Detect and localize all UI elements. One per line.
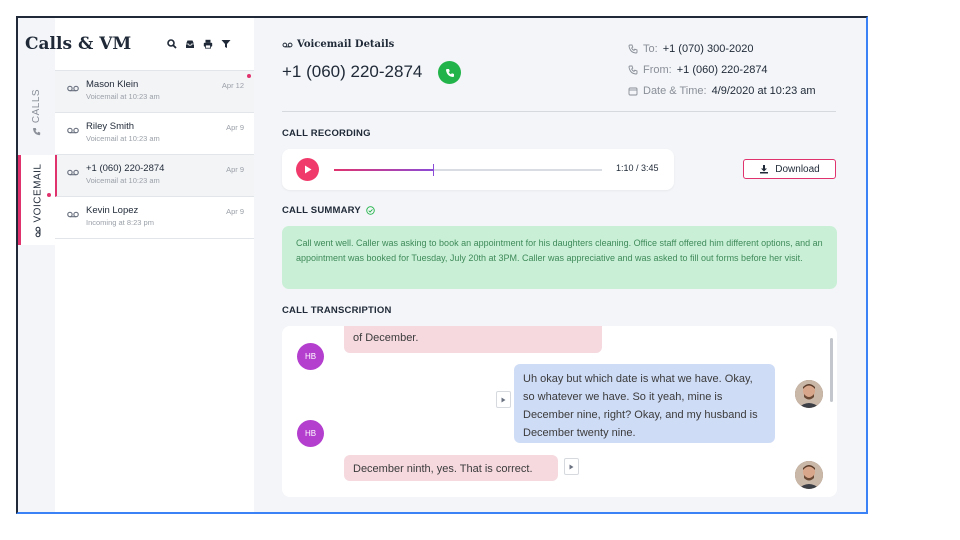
audio-time: 1:10 / 3:45 <box>616 163 659 173</box>
agent-avatar <box>795 380 823 408</box>
section-title-text: Voicemail Details <box>297 39 395 50</box>
datetime-label: Date & Time: <box>643 84 707 97</box>
caller-avatar: HB <box>297 343 324 370</box>
audio-progress-bar[interactable] <box>334 164 602 176</box>
list-toolbar <box>167 39 231 49</box>
list-item-date: Apr 9 <box>226 123 244 132</box>
calendar-icon <box>628 87 638 95</box>
voicemail-detail-panel: Voicemail Details +1 (060) 220-2874 To: … <box>254 18 866 512</box>
voicemail-icon <box>67 211 79 218</box>
check-circle-icon <box>366 206 375 215</box>
download-button[interactable]: Download <box>743 159 836 179</box>
phone-icon <box>32 127 41 136</box>
tab-calls-label: CALLS <box>31 88 42 124</box>
list-item-subtitle: Voicemail at 10:23 am <box>86 134 160 143</box>
list-item-subtitle: Incoming at 8:23 pm <box>86 218 154 227</box>
voicemail-icon <box>35 226 41 237</box>
search-icon[interactable] <box>167 39 177 49</box>
voicemail-icon <box>67 127 79 134</box>
list-item[interactable]: Mason Klein Voicemail at 10:23 am Apr 12 <box>55 71 254 113</box>
voicemail-unread-dot <box>47 193 51 197</box>
call-recording-heading-text: CALL RECORDING <box>282 128 371 139</box>
caller-message: December ninth, yes. That is correct. <box>344 455 558 481</box>
voicemail-icon <box>67 85 79 92</box>
inbox-icon[interactable] <box>185 39 195 49</box>
tab-voicemail-label: VOICEMAIL <box>32 163 44 222</box>
to-label: To: <box>643 42 658 55</box>
outgoing-call-icon <box>628 65 638 74</box>
from-label: From: <box>643 63 672 76</box>
voicemail-icon <box>67 169 79 176</box>
play-icon <box>569 464 574 469</box>
call-recording-heading: CALL RECORDING <box>282 128 371 139</box>
unread-dot <box>247 74 251 78</box>
tab-voicemail[interactable]: VOICEMAIL <box>18 155 55 245</box>
list-item-date: Apr 12 <box>221 81 244 90</box>
audio-progress-handle[interactable] <box>433 164 435 176</box>
call-summary-heading: CALL SUMMARY <box>282 205 375 216</box>
caller-avatar: HB <box>297 420 324 447</box>
call-summary-text: Call went well. Caller was asking to boo… <box>282 226 837 289</box>
call-transcription-heading-text: CALL TRANSCRIPTION <box>282 305 392 316</box>
audio-progress-fill <box>334 169 434 171</box>
list-item-date: Apr 9 <box>226 165 244 174</box>
audio-player: 1:10 / 3:45 <box>282 149 674 190</box>
call-back-button[interactable] <box>438 61 461 84</box>
person-photo-icon <box>795 380 823 408</box>
section-title: Voicemail Details <box>282 39 394 50</box>
list-item-selected[interactable]: +1 (060) 220-2874 Voicemail at 10:23 am … <box>55 155 254 197</box>
play-icon <box>501 397 506 402</box>
agent-avatar <box>795 461 823 489</box>
call-metadata: To: +1 (070) 300-2020 From: +1 (060) 220… <box>628 38 816 101</box>
caller-message: of December. <box>344 326 602 353</box>
play-icon <box>304 165 311 174</box>
list-item[interactable]: Riley Smith Voicemail at 10:23 am Apr 9 <box>55 113 254 155</box>
person-photo-icon <box>795 461 823 489</box>
divider <box>282 111 836 112</box>
from-value: +1 (060) 220-2874 <box>676 63 768 76</box>
caller-phone-number: +1 (060) 220-2874 <box>282 62 423 81</box>
app-title: Calls & VM <box>25 34 132 54</box>
list-header: Calls & VM <box>25 18 254 71</box>
list-item[interactable]: Kevin Lopez Incoming at 8:23 pm Apr 9 <box>55 197 254 239</box>
incoming-call-icon <box>628 44 638 53</box>
vertical-tab-bar: CALLS VOICEMAIL <box>18 18 56 512</box>
agent-message: Uh okay but which date is what we have. … <box>514 364 775 443</box>
list-item-subtitle: Voicemail at 10:23 am <box>86 92 160 101</box>
to-value: +1 (070) 300-2020 <box>662 42 754 55</box>
tab-calls[interactable]: CALLS <box>18 70 55 155</box>
message-play-button[interactable] <box>496 391 511 408</box>
download-icon <box>760 165 769 174</box>
list-item-subtitle: Voicemail at 10:23 am <box>86 176 160 185</box>
message-play-button[interactable] <box>564 458 579 475</box>
transcript-scrollbar[interactable] <box>830 338 833 402</box>
play-button[interactable] <box>296 158 319 181</box>
transcript-panel[interactable]: of December. HB Uh okay but which date i… <box>282 326 837 497</box>
list-item-date: Apr 9 <box>226 207 244 216</box>
call-list-panel: Calls & VM Mason Klein Voicemail at 10:2… <box>25 18 255 512</box>
app-window: CALLS VOICEMAIL Calls & VM Mason Klein V… <box>16 16 868 514</box>
printer-icon[interactable] <box>203 39 213 49</box>
datetime-value: 4/9/2020 at 10:23 am <box>711 84 816 97</box>
voicemail-icon <box>282 42 293 47</box>
download-label: Download <box>775 163 820 175</box>
call-summary-heading-text: CALL SUMMARY <box>282 205 361 216</box>
filter-icon[interactable] <box>221 39 231 49</box>
call-transcription-heading: CALL TRANSCRIPTION <box>282 305 392 316</box>
phone-icon <box>445 68 454 77</box>
